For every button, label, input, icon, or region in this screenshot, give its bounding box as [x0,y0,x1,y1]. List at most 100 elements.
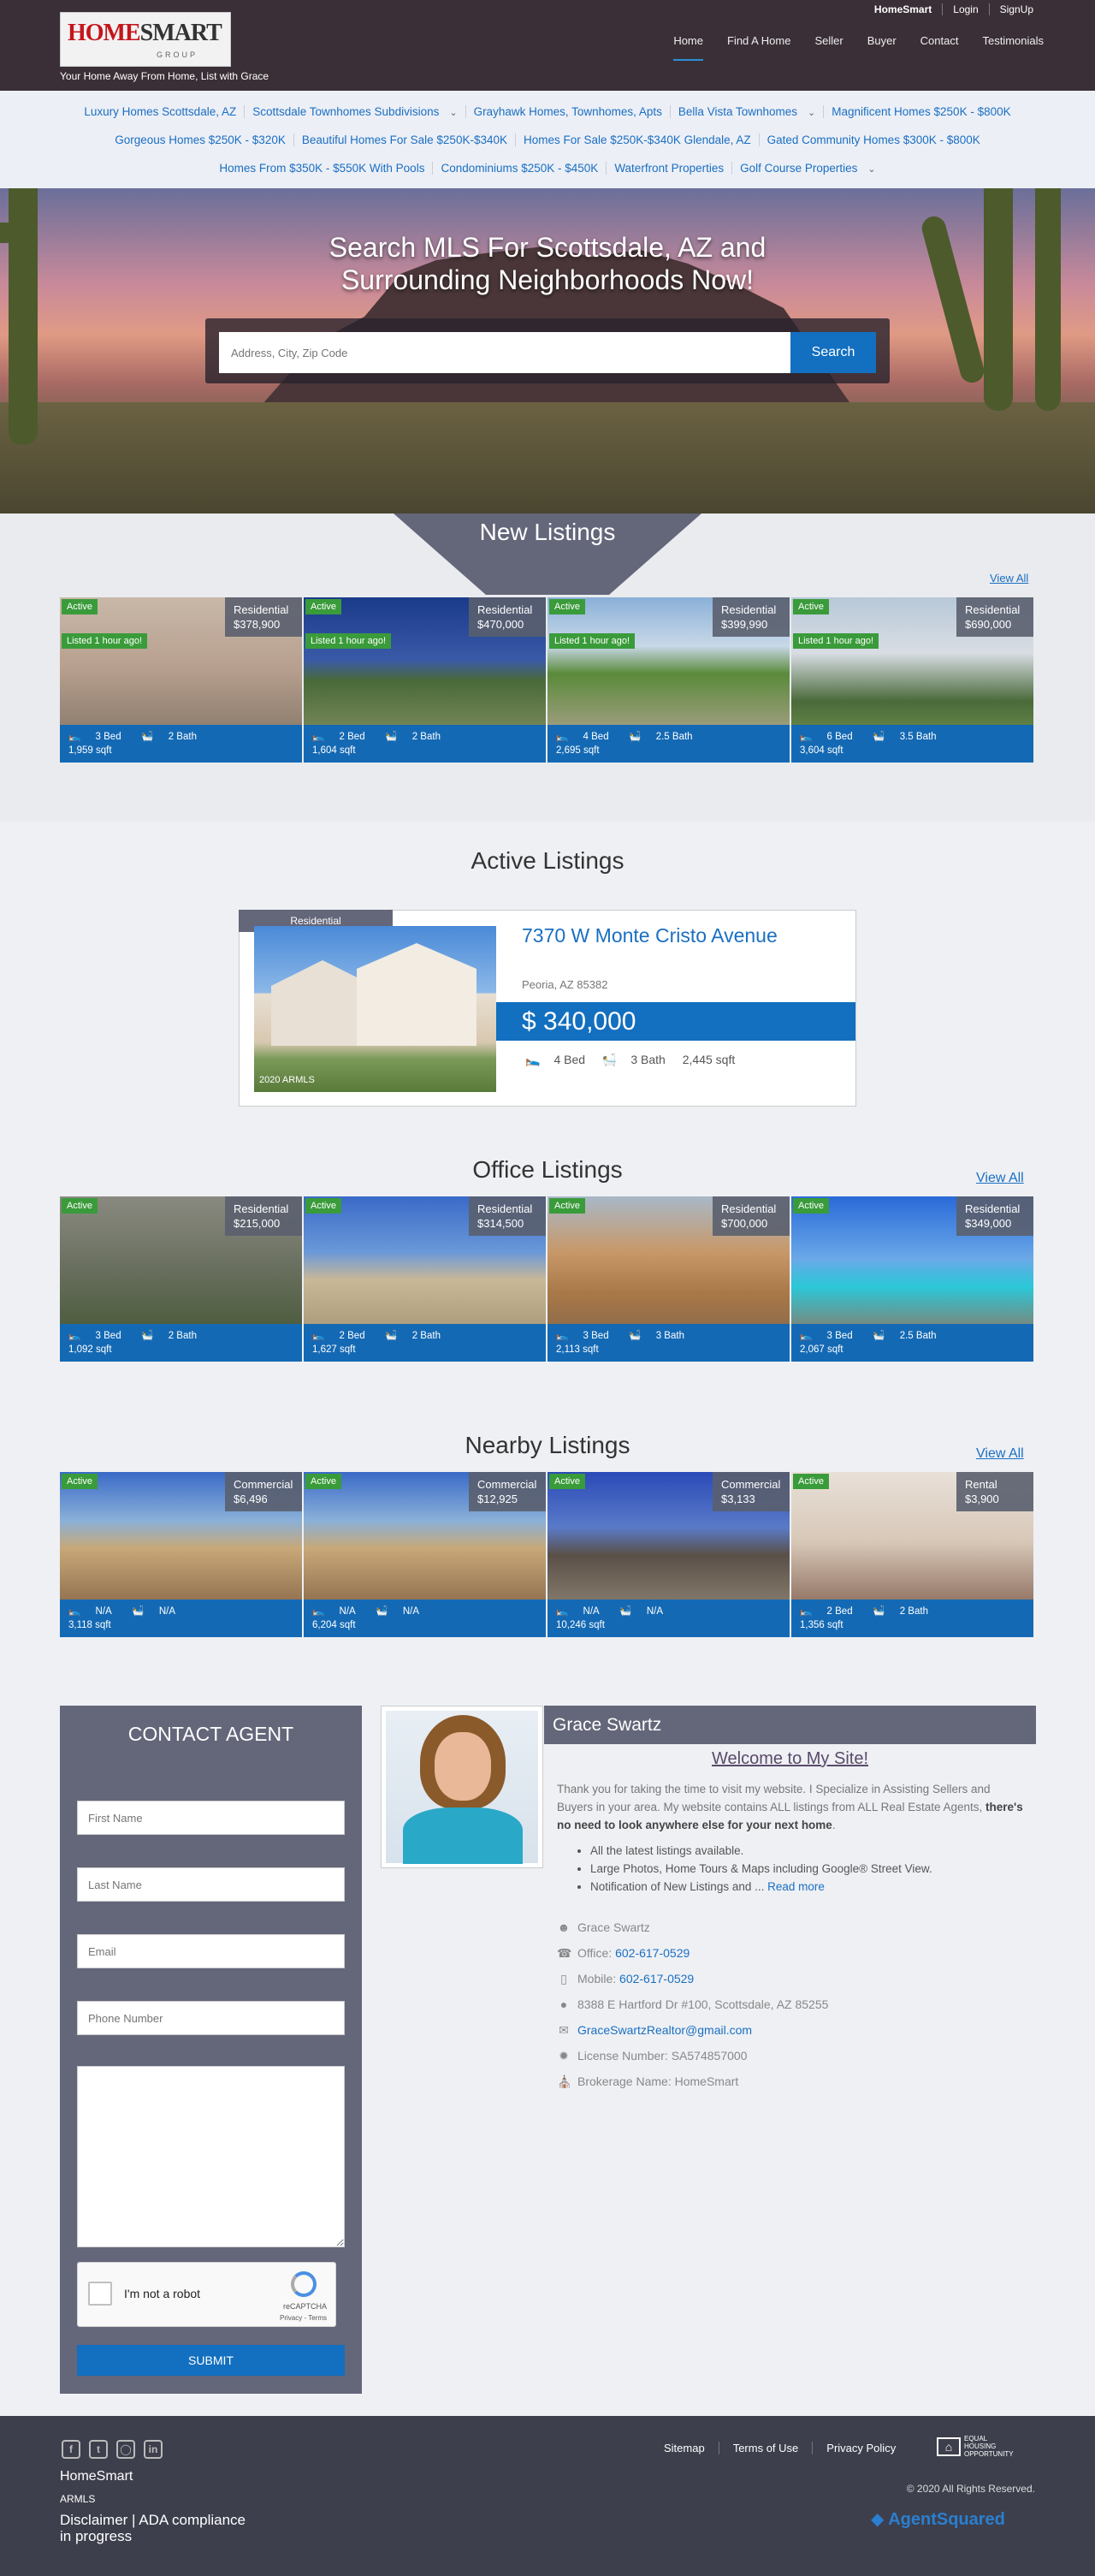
listing-card[interactable]: Active Listed 1 hour ago! Residential $399,… [548,597,790,763]
listing-price: $349,000 [965,1217,1012,1230]
subnav-scottsdale-townhomes[interactable]: Scottsdale Townhomes Subdivisions ⌄ [244,105,465,118]
nav-seller[interactable]: Seller [814,34,843,61]
listing-card[interactable]: ActiveCommercial$12,9258475 E Hartford D… [304,1472,546,1637]
listing-card[interactable]: ActiveResidential$314,50016048 W Copper … [304,1196,546,1362]
email-link[interactable]: GraceSwartzRealtor@gmail.com [577,2023,752,2037]
subnav-beautiful[interactable]: Beautiful Homes For Sale $250K-$340K [293,134,515,146]
bed-count: 4 Bed [583,732,609,742]
status-badge: Active [793,599,829,614]
footer-disclaimer[interactable]: Disclaimer | ADA compliance in progress [60,2512,246,2544]
bath-count: 2 Bath [168,1331,197,1341]
first-name-field[interactable] [77,1801,345,1835]
active-listing-city: Peoria, AZ 85382 [522,978,608,991]
chevron-down-icon: ⌄ [449,108,458,118]
active-listing-address[interactable]: 7370 W Monte Cristo Avenue [522,924,778,947]
property-type: Commercial [721,1478,781,1491]
bed-count: N/A [339,1606,356,1617]
read-more-link[interactable]: Read more [767,1880,825,1893]
property-type: Residential [965,1202,1021,1215]
agentsquared-logo[interactable]: ◆ AgentSquared [871,2508,1005,2530]
message-field[interactable] [77,2066,345,2247]
listing-card[interactable]: ActiveRental$3,9008245 E BELL Road, 103S… [791,1472,1033,1637]
search-input[interactable] [219,332,790,373]
mobile-phone-link[interactable]: 602-617-0529 [619,1972,694,1985]
listing-card[interactable]: Active Listed 1 hour ago! Residential $690,… [791,597,1033,763]
subnav-glendale[interactable]: Homes For Sale $250K-$340K Glendale, AZ [514,134,759,146]
sqft: 1,627 sqft [312,1344,356,1355]
linkedin-icon[interactable]: in [144,2440,163,2459]
phone-field[interactable] [77,2001,345,2035]
subnav-waterfront[interactable]: Waterfront Properties [606,162,731,175]
bed-count: 3 Bed [583,1331,609,1341]
sqft: 2,695 sqft [556,745,600,756]
last-name-field[interactable] [77,1867,345,1902]
subnav-gorgeous[interactable]: Gorgeous Homes $250K - $320K [107,134,293,146]
search-button[interactable]: Search [790,332,876,373]
subnav-bella-vista[interactable]: Bella Vista Townhomes ⌄ [669,105,823,118]
sitemap-link[interactable]: Sitemap [650,2442,719,2454]
listing-card[interactable]: ActiveResidential$700,0007323 E PARAISO … [548,1196,790,1362]
type-price-box: Residential $314,500 [469,1196,546,1236]
nav-testimonials[interactable]: Testimonials [982,34,1044,61]
bed-icon: 🛌 [800,1606,813,1617]
instagram-icon[interactable]: ◯ [116,2440,135,2459]
status-badge: Active [793,1474,829,1489]
listing-card[interactable]: ActiveResidential$215,0001016 N LA JOLLA… [60,1196,302,1362]
listing-price: $314,500 [477,1217,524,1230]
listing-card[interactable]: Active Listed 1 hour ago! Residential $470,… [304,597,546,763]
email-field[interactable] [77,1934,345,1968]
nav-find-a-home[interactable]: Find A Home [727,34,790,61]
listed-badge: Listed 1 hour ago! [305,633,392,649]
mobile-icon: ▯ [560,1972,567,1985]
new-listings-view-all[interactable]: View All [990,572,1028,585]
info-name: ☻ Grace Swartz [557,1920,650,1934]
active-listings-title: Active Listings [471,847,624,874]
nav-home[interactable]: Home [673,34,703,61]
subnav-condominiums[interactable]: Condominiums $250K - $450K [432,162,606,175]
listing-card[interactable]: ActiveResidential$349,0001342 E PARKSIDE… [791,1196,1033,1362]
subnav-gated[interactable]: Gated Community Homes $300K - $800K [758,134,988,146]
facebook-icon[interactable]: f [62,2440,80,2459]
listing-card[interactable]: ActiveCommercial$3,1338591 E BELL Road, … [548,1472,790,1637]
homesmart-logo[interactable]: HOMESMART GROUP [60,12,231,67]
submit-button[interactable]: SUBMIT [77,2345,345,2376]
bed-count: 2 Bed [339,732,365,742]
office-listings-view-all[interactable]: View All [976,1171,1024,1186]
listing-card[interactable]: Active Listed 1 hour ago! Residential $378,… [60,597,302,763]
bath-icon: 🛀 [376,1606,388,1617]
nav-contact[interactable]: Contact [920,34,959,61]
type-price-box: Residential $349,000 [956,1196,1033,1236]
house-icon: ⌂ [937,2437,961,2456]
subnav-pools[interactable]: Homes From $350K - $550K With Pools [211,162,432,175]
subnav-golf-course[interactable]: Golf Course Properties ⌄ [731,162,884,175]
welcome-heading: Welcome to My Site! [711,1749,869,1768]
login-link[interactable]: Login [942,3,988,15]
listing-price: $470,000 [477,618,524,631]
nearby-listings-view-all[interactable]: View All [976,1446,1024,1462]
recaptcha-checkbox[interactable] [88,2282,112,2306]
terms-link[interactable]: Terms of Use [718,2442,813,2454]
property-type: Residential [477,1202,533,1215]
active-listing-photo[interactable]: 2020 ARMLS [254,926,496,1092]
privacy-link[interactable]: Privacy Policy [812,2442,909,2454]
listing-card[interactable]: ActiveCommercial$6,4968475 E Hartford Dr… [60,1472,302,1637]
subnav-magnificent[interactable]: Magnificent Homes $250K - $800K [823,105,1018,118]
recaptcha-links[interactable]: Privacy - Terms [280,2314,327,2322]
bed-icon: 🛌 [68,1606,81,1617]
type-price-box: Residential $215,000 [225,1196,302,1236]
twitter-icon[interactable]: t [89,2440,108,2459]
bath-icon: 🛀 [141,1331,154,1341]
type-price-box: Commercial $12,925 [469,1472,546,1511]
listing-price: $700,000 [721,1217,768,1230]
office-phone-link[interactable]: 602-617-0529 [615,1946,690,1960]
nav-buyer[interactable]: Buyer [867,34,897,61]
listing-price: $6,496 [234,1493,268,1505]
homesmart-link[interactable]: HomeSmart [864,3,942,15]
signup-link[interactable]: SignUp [988,3,1044,15]
site-footer: f t ◯ in HomeSmart ARMLS Disclaimer | AD… [0,2416,1095,2576]
listing-features: 🛌 3 Bed 🛀 3 Bath 2,113 sqft [548,1324,790,1362]
listing-features: 🛌 2 Bed 🛀 2 Bath 1,604 sqft [304,725,546,763]
subnav-luxury-homes[interactable]: Luxury Homes Scottsdale, AZ [76,105,244,118]
bed-count: 3 Bed [826,1331,853,1341]
subnav-grayhawk[interactable]: Grayhawk Homes, Townhomes, Apts [465,105,670,118]
